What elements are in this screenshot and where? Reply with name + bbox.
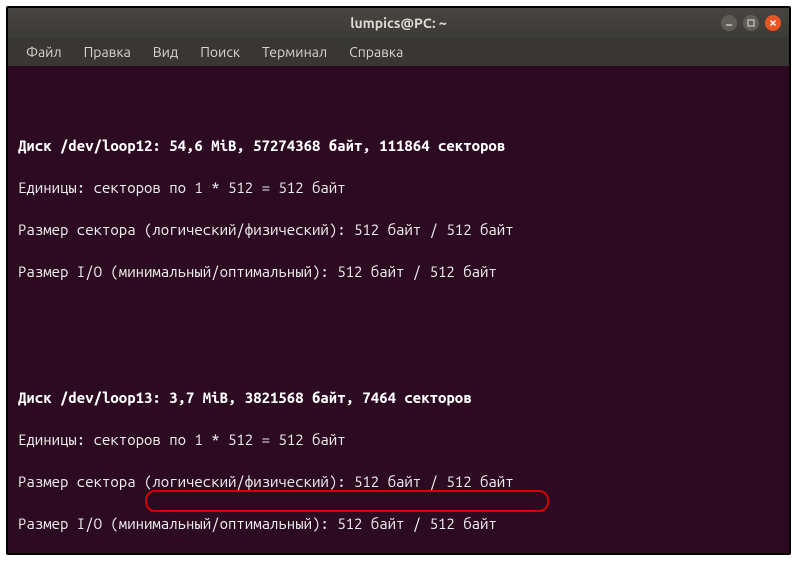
- disk-io: Размер I/O (минимальный/оптимальный): 51…: [18, 261, 779, 282]
- disk-units: Единицы: секторов по 1 * 512 = 512 байт: [18, 177, 779, 198]
- disk-io: Размер I/O (минимальный/оптимальный): 51…: [18, 513, 779, 534]
- disk-sector: Размер сектора (логический/физический): …: [18, 471, 779, 492]
- menu-search[interactable]: Поиск: [190, 40, 250, 64]
- minimize-button[interactable]: [721, 15, 737, 31]
- menu-view[interactable]: Вид: [143, 40, 188, 64]
- window-controls: [721, 15, 781, 31]
- titlebar[interactable]: lumpics@PC: ~: [8, 8, 789, 38]
- disk-sector: Размер сектора (логический/физический): …: [18, 219, 779, 240]
- menubar: Файл Правка Вид Поиск Терминал Справка: [8, 38, 789, 66]
- disk-units: Единицы: секторов по 1 * 512 = 512 байт: [18, 429, 779, 450]
- menu-terminal[interactable]: Терминал: [252, 40, 337, 64]
- terminal-output[interactable]: Диск /dev/loop12: 54,6 MiB, 57274368 бай…: [8, 66, 789, 553]
- disk-header: Диск /dev/loop13: 3,7 MiB, 3821568 байт,…: [18, 387, 779, 408]
- window-title: lumpics@PC: ~: [350, 15, 447, 31]
- maximize-button[interactable]: [743, 15, 759, 31]
- terminal-window: lumpics@PC: ~ Файл Правка Вид Поиск Терм…: [6, 6, 791, 555]
- disk-header: Диск /dev/loop12: 54,6 MiB, 57274368 бай…: [18, 135, 779, 156]
- menu-file[interactable]: Файл: [16, 40, 72, 64]
- menu-help[interactable]: Справка: [339, 40, 413, 64]
- menu-edit[interactable]: Правка: [74, 40, 141, 64]
- close-button[interactable]: [765, 15, 781, 31]
